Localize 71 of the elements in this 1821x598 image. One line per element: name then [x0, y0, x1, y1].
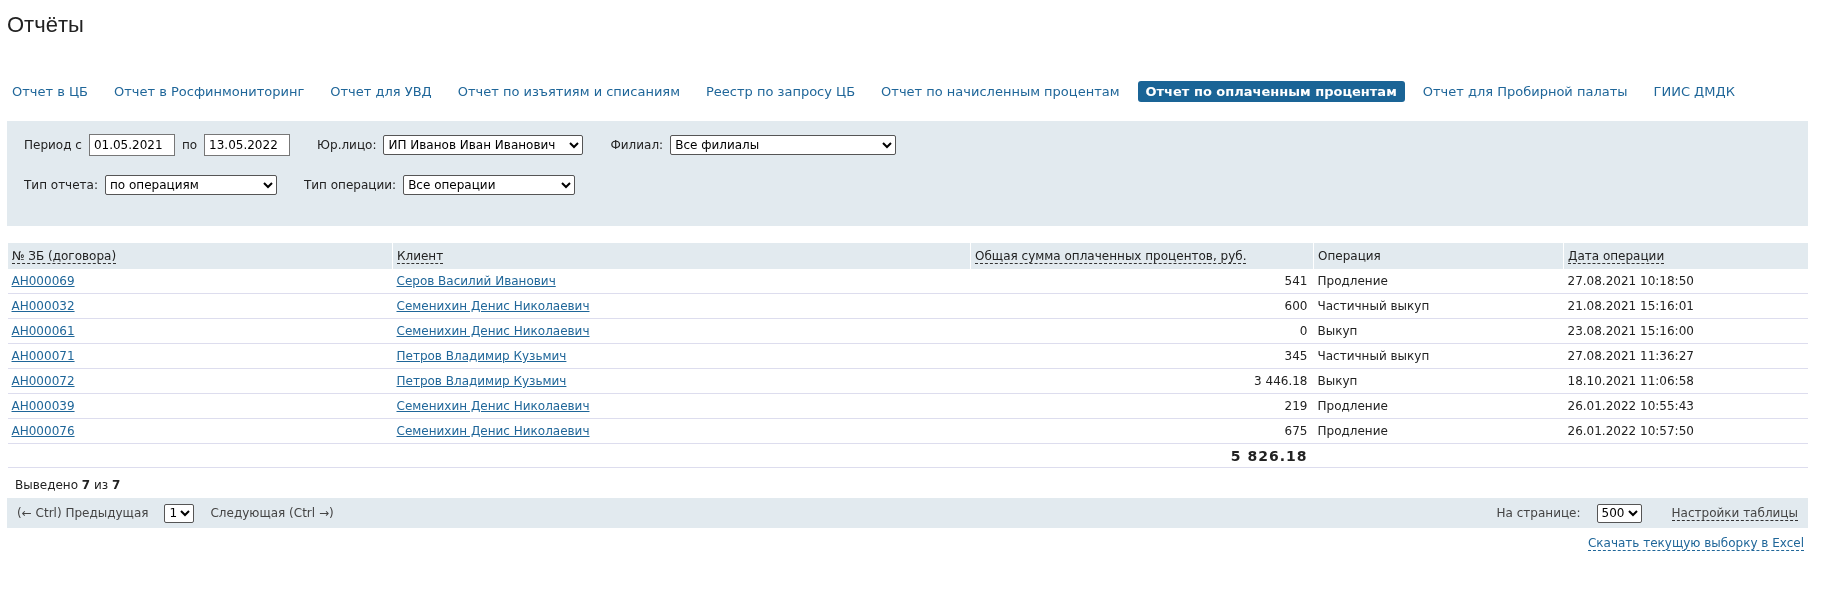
- client-link[interactable]: Семенихин Денис Николаевич: [396, 299, 590, 313]
- field-label: Юр.лицо:: [317, 138, 377, 152]
- table-cell: 0: [1299, 324, 1308, 338]
- table-cell: 26.01.2022 10:57:50: [1567, 424, 1694, 438]
- field-label: Период с: [24, 138, 82, 152]
- table-cell: 18.10.2021 11:06:58: [1567, 374, 1694, 388]
- field-label: по: [181, 138, 198, 152]
- table-cell: 600: [1284, 299, 1308, 313]
- report-tab[interactable]: Отчет для УВД: [322, 80, 440, 102]
- contract-link[interactable]: АН000071: [11, 349, 75, 363]
- report-tab[interactable]: ГИИС ДМДК: [1645, 80, 1743, 102]
- client-link[interactable]: Семенихин Денис Николаевич: [396, 424, 590, 438]
- contract-link[interactable]: АН000032: [11, 299, 75, 313]
- table-cell: 21.08.2021 15:16:01: [1567, 299, 1694, 313]
- column-header[interactable]: Общая сумма оплаченных процентов, руб.: [970, 243, 1314, 269]
- page-dropdown[interactable]: 1: [164, 503, 195, 523]
- column-header: Операция: [1313, 243, 1564, 269]
- report-tab[interactable]: Отчет по оплаченным процентам: [1137, 80, 1405, 102]
- report-tab[interactable]: Отчет в Росфинмониторинг: [106, 80, 313, 102]
- client-link[interactable]: Серов Василий Иванович: [396, 274, 556, 288]
- table-cell: 3 446.18: [1254, 374, 1308, 388]
- entity-dropdown[interactable]: ИП Иванов Иван Иванович: [383, 135, 584, 155]
- table-cell: Выкуп: [1317, 374, 1358, 388]
- table-cell: Продление: [1317, 274, 1388, 288]
- report-tab[interactable]: Отчет для Пробирной палаты: [1414, 80, 1636, 102]
- branch-dropdown[interactable]: Все филиалы: [670, 135, 897, 155]
- table-cell: 27.08.2021 11:36:27: [1567, 349, 1694, 363]
- table-settings-link[interactable]: Настройки таблицы: [1671, 505, 1798, 521]
- column-header[interactable]: № ЗБ (договора): [7, 243, 393, 269]
- table-cell: 26.01.2022 10:55:43: [1567, 399, 1694, 413]
- table-cell: 219: [1284, 399, 1308, 413]
- prev-page-link[interactable]: (← Ctrl) Предыдущая: [17, 506, 149, 520]
- table-cell: Выкуп: [1317, 324, 1358, 338]
- field-label: Филиал:: [610, 138, 664, 152]
- client-link[interactable]: Петров Владимир Кузьмич: [396, 349, 567, 363]
- table-cell: Частичный выкуп: [1317, 299, 1430, 313]
- column-header[interactable]: Клиент: [392, 243, 971, 269]
- report-tab[interactable]: Реестр по запросу ЦБ: [698, 80, 864, 102]
- report-tab[interactable]: Отчет в ЦБ: [4, 80, 96, 102]
- table-cell: Продление: [1317, 399, 1388, 413]
- field-label: Тип операции:: [304, 178, 397, 192]
- report-type-dropdown[interactable]: по операциям: [105, 175, 277, 195]
- date-field[interactable]: 13.05.2022: [204, 134, 291, 156]
- table-cell: Продление: [1317, 424, 1388, 438]
- contract-link[interactable]: АН000076: [11, 424, 75, 438]
- table-cell: 345: [1284, 349, 1308, 363]
- table-cell: 27.08.2021 10:18:50: [1567, 274, 1694, 288]
- table-cell: 541: [1284, 274, 1308, 288]
- table-cell: 23.08.2021 15:16:00: [1567, 324, 1694, 338]
- table-cell: 675: [1284, 424, 1308, 438]
- table-cell: Частичный выкуп: [1317, 349, 1430, 363]
- column-header[interactable]: Дата операции: [1563, 243, 1808, 269]
- page-title: Отчёты: [7, 11, 85, 39]
- total-sum: 5 826.18: [1230, 447, 1308, 464]
- contract-link[interactable]: АН000039: [11, 399, 75, 413]
- field-label: Тип отчета:: [24, 178, 98, 192]
- per-page-label: На странице:: [1496, 506, 1581, 520]
- client-link[interactable]: Семенихин Денис Николаевич: [396, 399, 590, 413]
- operation-type-dropdown[interactable]: Все операции: [403, 175, 576, 195]
- contract-link[interactable]: АН000072: [11, 374, 75, 388]
- date-field[interactable]: 01.05.2021: [88, 134, 175, 156]
- report-tab[interactable]: Отчет по изъятиям и списаниям: [449, 80, 688, 102]
- client-link[interactable]: Петров Владимир Кузьмич: [396, 374, 567, 388]
- client-link[interactable]: Семенихин Денис Николаевич: [396, 324, 590, 338]
- next-page-link[interactable]: Следующая (Ctrl →): [210, 506, 334, 520]
- contract-link[interactable]: АН000069: [11, 274, 75, 288]
- report-tab[interactable]: Отчет по начисленным процентам: [873, 80, 1128, 102]
- contract-link[interactable]: АН000061: [11, 324, 75, 338]
- shown-count: Выведено 7 из 7: [14, 477, 122, 494]
- excel-download-link[interactable]: Скачать текущую выборку в Excel: [1587, 536, 1804, 551]
- per-page-dropdown[interactable]: 500: [1596, 503, 1642, 523]
